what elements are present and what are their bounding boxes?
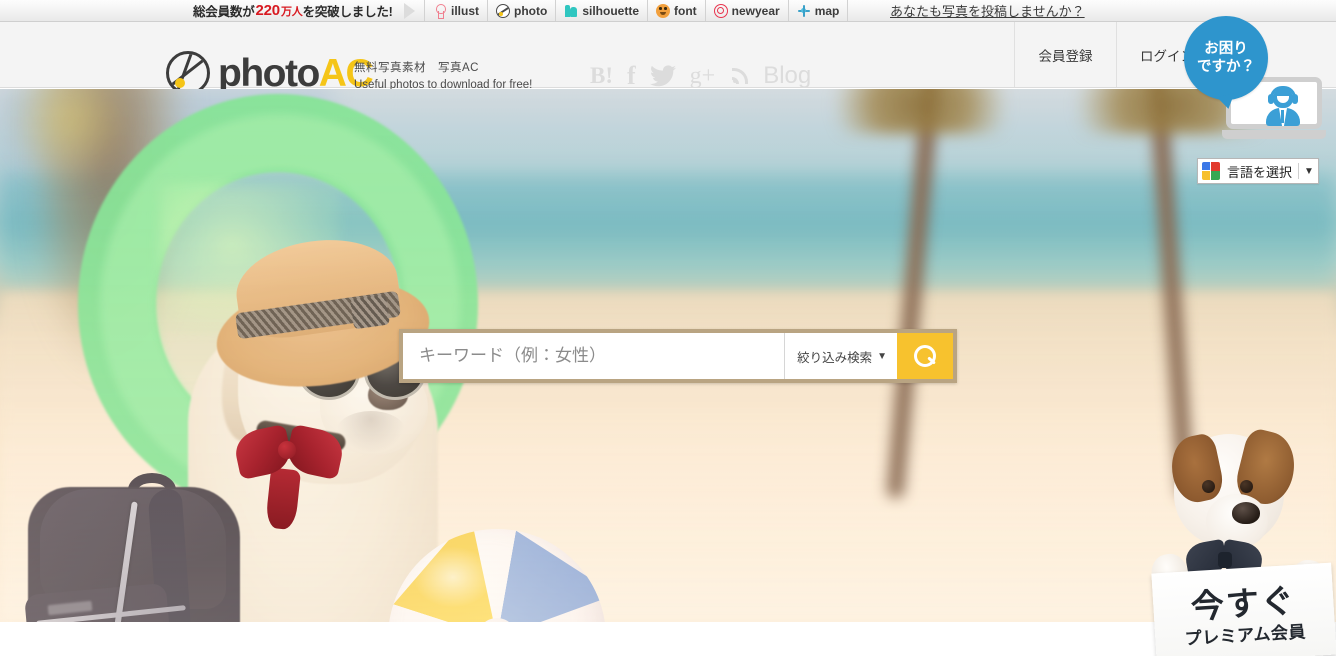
language-select-button[interactable]: 言語を選択 ▼ bbox=[1197, 158, 1319, 184]
promo-unit: 万人 bbox=[281, 3, 303, 19]
tagline-jp: 無料写真素材 写真AC bbox=[354, 60, 532, 77]
site-link-photo-label: photo bbox=[514, 4, 547, 18]
top-bar: 総会員数が 220 万人 を突破しました! illust photo silho… bbox=[0, 0, 1336, 22]
membership-promo-text: 総会員数が 220 万人 を突破しました! bbox=[193, 0, 393, 21]
logo-wordmark: photoAC bbox=[218, 54, 372, 93]
sister-site-links: illust photo silhouette font newyear map bbox=[424, 0, 848, 21]
blog-link[interactable]: Blog bbox=[763, 62, 811, 90]
beach-ball-highlight bbox=[414, 547, 492, 607]
search-bar: 絞り込み検索 ▼ bbox=[399, 329, 957, 383]
promo-arrow-icon bbox=[404, 3, 415, 19]
chevron-down-icon: ▼ bbox=[877, 351, 887, 362]
premium-sign-line1: 今すぐ bbox=[1190, 583, 1297, 622]
site-link-illust[interactable]: illust bbox=[424, 0, 488, 21]
site-link-illust-label: illust bbox=[451, 4, 479, 18]
search-icon bbox=[914, 345, 936, 367]
site-link-newyear[interactable]: newyear bbox=[706, 0, 789, 21]
help-badge-line1: お困り bbox=[1204, 40, 1248, 58]
search-input[interactable] bbox=[403, 333, 784, 379]
site-link-font-label: font bbox=[674, 4, 697, 18]
chevron-down-icon: ▼ bbox=[1304, 166, 1314, 177]
rss-icon[interactable] bbox=[729, 66, 749, 86]
promo-dog-eye-right bbox=[1240, 480, 1253, 493]
premium-member-promo[interactable]: 今すぐ プレミアム会員 bbox=[1148, 432, 1336, 622]
laptop-base-icon bbox=[1222, 130, 1326, 139]
photo-icon bbox=[496, 4, 510, 18]
premium-sign-line2: プレミアム会員 bbox=[1184, 623, 1306, 647]
help-badge-line2: ですか？ bbox=[1197, 58, 1255, 76]
register-button[interactable]: 会員登録 bbox=[1014, 22, 1116, 87]
site-link-silhouette-label: silhouette bbox=[582, 4, 639, 18]
google-plus-icon[interactable]: g+ bbox=[690, 63, 716, 90]
silhouette-icon bbox=[564, 4, 578, 18]
promo-number: 220 bbox=[256, 2, 280, 19]
site-link-newyear-label: newyear bbox=[732, 4, 780, 18]
promo-dog-nose bbox=[1232, 502, 1260, 524]
site-link-silhouette[interactable]: silhouette bbox=[556, 0, 648, 21]
submit-photo-link[interactable]: あなたも写真を投稿しませんか？ bbox=[890, 1, 1085, 20]
font-icon bbox=[656, 4, 670, 18]
page-root: 総会員数が 220 万人 を突破しました! illust photo silho… bbox=[0, 0, 1336, 656]
straw-hat-bow bbox=[350, 295, 390, 330]
hatena-bookmark-icon[interactable]: B! bbox=[590, 63, 613, 89]
refine-search-label: 絞り込み検索 bbox=[797, 347, 872, 366]
palm-frond-left-blur bbox=[10, 89, 130, 179]
support-agent-icon bbox=[1264, 88, 1302, 126]
facebook-icon[interactable]: f bbox=[627, 65, 636, 87]
map-icon bbox=[797, 4, 811, 18]
language-select-divider bbox=[1298, 163, 1299, 179]
dog-mouth bbox=[336, 411, 406, 453]
illust-icon bbox=[433, 4, 447, 18]
refine-search-dropdown[interactable]: 絞り込み検索 ▼ bbox=[784, 333, 897, 379]
promo-dog-eye-left bbox=[1202, 480, 1215, 493]
site-header: photoAC 無料写真素材 写真AC Useful photos to dow… bbox=[0, 22, 1336, 88]
promo-prefix: 総会員数が bbox=[193, 1, 255, 20]
site-link-font[interactable]: font bbox=[648, 0, 706, 21]
google-translate-icon bbox=[1202, 162, 1220, 180]
twitter-icon[interactable] bbox=[650, 65, 676, 87]
help-badge-button[interactable]: お困り ですか？ bbox=[1184, 16, 1268, 100]
site-link-map[interactable]: map bbox=[789, 0, 849, 21]
site-link-map-label: map bbox=[815, 4, 840, 18]
premium-sign[interactable]: 今すぐ プレミアム会員 bbox=[1151, 563, 1336, 656]
newyear-icon bbox=[714, 4, 728, 18]
site-link-photo[interactable]: photo bbox=[488, 0, 556, 21]
social-links: B! f g+ Blog bbox=[590, 62, 811, 90]
search-submit-button[interactable] bbox=[897, 333, 953, 379]
promo-suffix: を突破しました! bbox=[303, 1, 393, 20]
language-select-label: 言語を選択 bbox=[1227, 162, 1298, 181]
bow-tie-knot bbox=[278, 441, 296, 459]
